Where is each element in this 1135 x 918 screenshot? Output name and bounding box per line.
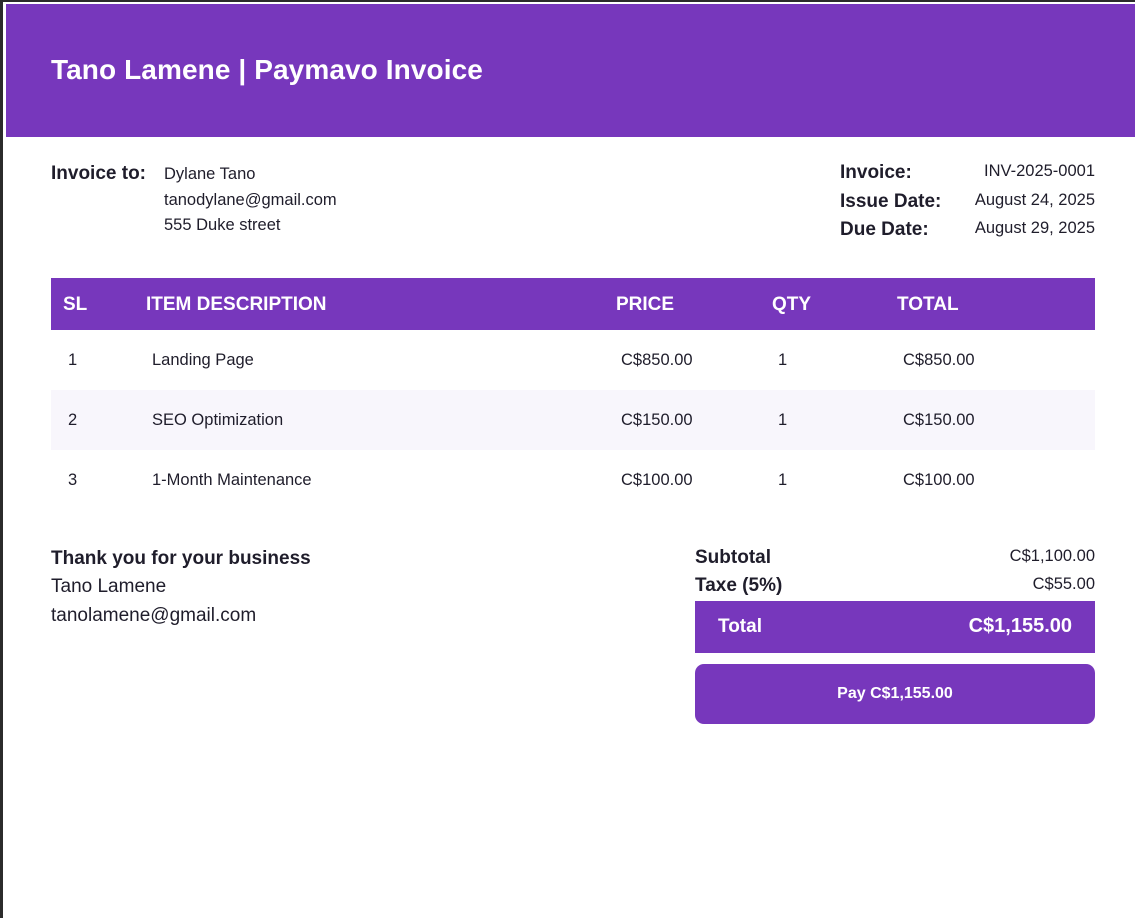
header-description: ITEM DESCRIPTION bbox=[146, 294, 327, 315]
row-description: Landing Page bbox=[152, 351, 254, 369]
row-qty: 1 bbox=[778, 471, 788, 489]
row-sl: 3 bbox=[68, 471, 78, 489]
table-row: 3 1-Month Maintenance C$100.00 1 C$100.0… bbox=[51, 450, 1095, 510]
table-row: 1 Landing Page C$850.00 1 C$850.00 bbox=[51, 330, 1095, 390]
grand-total-value: C$1,155.00 bbox=[968, 615, 1072, 637]
bill-to-label: Invoice to: bbox=[51, 163, 147, 184]
header-qty: QTY bbox=[772, 294, 812, 315]
due-date-row: Due Date: August 29, 2025 bbox=[840, 219, 1095, 248]
line-items-table: SL ITEM DESCRIPTION PRICE QTY TOTAL 1 La… bbox=[51, 278, 1095, 510]
invoice-number-label: Invoice: bbox=[840, 162, 912, 183]
issue-date-row: Issue Date: August 24, 2025 bbox=[840, 191, 1095, 220]
tax-value: C$55.00 bbox=[1032, 575, 1095, 593]
row-sl: 2 bbox=[68, 411, 78, 429]
due-date-value: August 29, 2025 bbox=[974, 219, 1095, 237]
header-price: PRICE bbox=[616, 294, 675, 315]
client-address: 555 Duke street bbox=[164, 216, 281, 234]
subtotal-row: Subtotal C$1,100.00 bbox=[695, 547, 1095, 575]
row-description: 1-Month Maintenance bbox=[152, 471, 312, 489]
issue-date-value: August 24, 2025 bbox=[974, 190, 1095, 209]
row-price: C$100.00 bbox=[621, 471, 693, 489]
tax-label: Taxe (5%) bbox=[695, 575, 783, 596]
sender-name: Tano Lamene bbox=[51, 576, 167, 597]
pay-button[interactable]: Pay C$1,155.00 bbox=[695, 664, 1095, 724]
tax-row: Taxe (5%) C$55.00 bbox=[695, 575, 1095, 603]
row-price: C$150.00 bbox=[621, 411, 693, 429]
invoice-meta: Invoice: INV-2025-0001 Issue Date: Augus… bbox=[840, 162, 1095, 248]
issue-date-label: Issue Date: bbox=[840, 190, 942, 212]
grand-total-bar: Total C$1,155.00 bbox=[695, 601, 1095, 653]
bill-to-block: Dylane Tano tanodylane@gmail.com 555 Duk… bbox=[164, 162, 337, 239]
client-name: Dylane Tano bbox=[164, 165, 256, 183]
sender-email: tanolamene@gmail.com bbox=[51, 605, 257, 626]
invoice-page: Tano Lamene | Paymavo Invoice Invoice to… bbox=[0, 0, 1135, 918]
invoice-number-row: Invoice: INV-2025-0001 bbox=[840, 162, 1095, 191]
row-total: C$100.00 bbox=[903, 471, 975, 489]
grand-total-label: Total bbox=[718, 616, 762, 637]
due-date-label: Due Date: bbox=[840, 219, 929, 240]
row-qty: 1 bbox=[778, 411, 788, 429]
row-description: SEO Optimization bbox=[152, 411, 284, 429]
invoice-number-value: INV-2025-0001 bbox=[984, 162, 1095, 180]
client-email: tanodylane@gmail.com bbox=[164, 190, 337, 209]
row-total: C$850.00 bbox=[903, 351, 975, 369]
row-sl: 1 bbox=[68, 351, 78, 369]
page-title: Tano Lamene | Paymavo Invoice bbox=[51, 54, 483, 85]
totals-summary: Subtotal C$1,100.00 Taxe (5%) C$55.00 bbox=[695, 547, 1095, 603]
header-sl: SL bbox=[63, 294, 88, 315]
subtotal-label: Subtotal bbox=[695, 547, 771, 568]
thank-you-message: Thank you for your business bbox=[51, 548, 311, 569]
table-row: 2 SEO Optimization C$150.00 1 C$150.00 bbox=[51, 390, 1095, 450]
row-price: C$850.00 bbox=[621, 351, 693, 369]
header-total: TOTAL bbox=[897, 294, 959, 315]
table-header: SL ITEM DESCRIPTION PRICE QTY TOTAL bbox=[51, 278, 1095, 330]
subtotal-value: C$1,100.00 bbox=[1009, 547, 1095, 565]
invoice-header: Tano Lamene | Paymavo Invoice bbox=[6, 4, 1135, 137]
row-qty: 1 bbox=[778, 351, 788, 369]
row-total: C$150.00 bbox=[903, 411, 975, 429]
